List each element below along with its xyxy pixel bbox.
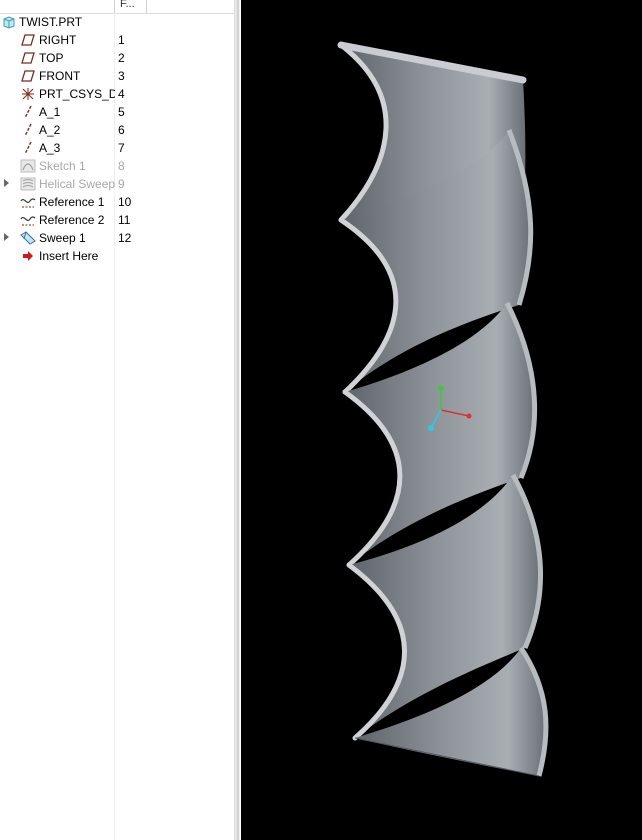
feature-number: 4 (118, 87, 125, 101)
sweep-icon (20, 231, 36, 245)
model-tree-panel: F... TWIST.PRT RIGHT 1 TOP 2 FRONT 3 PRT_CSYS_… (0, 0, 234, 840)
tree-item-right[interactable]: RIGHT 1 (0, 31, 234, 49)
tree-item-helical-sweep-1[interactable]: Helical Sweep 19 (0, 175, 234, 193)
tree-item-label: PRT_CSYS_DEF (39, 87, 115, 101)
reference-curve-icon (20, 195, 36, 209)
part-icon (1, 15, 17, 29)
feature-number: 7 (118, 141, 125, 155)
tree-item-front[interactable]: FRONT 3 (0, 67, 234, 85)
triad-y-handle (438, 385, 444, 391)
expand-arrow-icon[interactable] (4, 233, 9, 241)
tree-item-top[interactable]: TOP 2 (0, 49, 234, 67)
tree-item-reference-1[interactable]: Reference 1 10 (0, 193, 234, 211)
column-resize-handle[interactable] (146, 0, 147, 13)
feature-number-column-header[interactable]: F... (120, 0, 135, 10)
feature-number: 3 (118, 69, 125, 83)
tree-item-label: Helical Sweep 1 (39, 177, 115, 191)
datum-plane-icon (20, 51, 36, 65)
tree-item-sweep-1[interactable]: Sweep 1 12 (0, 229, 234, 247)
graphics-viewport[interactable] (241, 0, 642, 840)
feature-number: 11 (118, 213, 131, 227)
tree-item-reference-2[interactable]: Reference 2 11 (0, 211, 234, 229)
triad-x-handle (466, 413, 472, 419)
feature-number: 8 (118, 159, 125, 173)
tree-item-label: Insert Here (39, 249, 99, 263)
tree-item-a-3[interactable]: A_3 7 (0, 139, 234, 157)
tree-item-label: Reference 2 (39, 213, 105, 227)
datum-axis-icon (20, 123, 36, 137)
insert-here-arrow-icon (20, 249, 36, 263)
tree-item-label: A_2 (39, 123, 61, 137)
tree-item-sketch-1[interactable]: Sketch 1 8 (0, 157, 234, 175)
panel-splitter[interactable] (234, 0, 241, 840)
tree-item-label: Sweep 1 (39, 231, 86, 245)
twisted-helical-sweep-model[interactable] (241, 0, 642, 840)
expand-arrow-icon[interactable] (4, 179, 9, 187)
tree-root-twist-prt[interactable]: TWIST.PRT (0, 13, 234, 31)
tree-item-prt-csys-def[interactable]: PRT_CSYS_DEF4 (0, 85, 234, 103)
reference-curve-icon (20, 213, 36, 227)
coordinate-system-icon (20, 87, 36, 101)
feature-number: 9 (118, 177, 125, 191)
tree-item-insert-here[interactable]: Insert Here (0, 247, 234, 265)
feature-number: 12 (118, 231, 132, 245)
tree-item-label: RIGHT (39, 33, 77, 47)
tree-item-a-2[interactable]: A_2 6 (0, 121, 234, 139)
datum-plane-icon (20, 33, 36, 47)
tree-item-label: Sketch 1 (39, 159, 86, 173)
feature-number: 5 (118, 105, 125, 119)
model-tree-header: F... (0, 0, 234, 14)
tree-item-label: A_1 (39, 105, 61, 119)
tree-item-label: Reference 1 (39, 195, 105, 209)
column-divider[interactable] (114, 0, 115, 13)
tree-item-a-1[interactable]: A_1 5 (0, 103, 234, 121)
tree-root-label: TWIST.PRT (19, 15, 83, 29)
datum-axis-icon (20, 105, 36, 119)
datum-plane-icon (20, 69, 36, 83)
sketch-icon (20, 159, 36, 173)
feature-number: 6 (118, 123, 125, 137)
helical-sweep-icon (20, 177, 36, 191)
tree-item-label: FRONT (39, 69, 81, 83)
feature-number: 1 (118, 33, 125, 47)
triad-z-handle (428, 425, 434, 431)
feature-number: 2 (118, 51, 125, 65)
feature-number: 10 (118, 195, 132, 209)
tree-item-label: A_3 (39, 141, 61, 155)
tree-item-label: TOP (39, 51, 64, 65)
datum-axis-icon (20, 141, 36, 155)
